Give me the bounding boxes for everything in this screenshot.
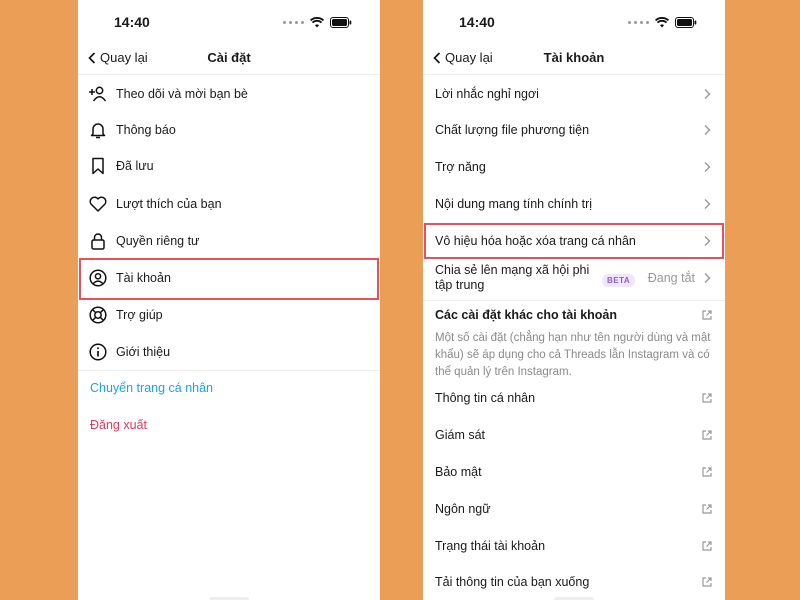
back-label: Quay lại (445, 50, 493, 65)
back-label: Quay lại (100, 50, 148, 65)
divider (423, 300, 725, 301)
chevron-left-icon (88, 51, 96, 64)
menu-item-label: Tải thông tin của bạn xuống (435, 575, 590, 589)
chevron-right-icon (704, 125, 711, 135)
status-bar: 14:40 (423, 0, 725, 44)
menu-item-label: Thông tin cá nhân (435, 391, 536, 405)
chevron-right-icon (704, 199, 711, 209)
battery-icon (330, 16, 352, 28)
chevron-right-icon (704, 89, 711, 99)
menu-item-help[interactable]: Trợ giúp (78, 297, 380, 333)
heart-icon (88, 194, 108, 214)
external-link-icon (702, 577, 712, 587)
add-person-icon (88, 84, 108, 104)
menu-item-label: Trạng thái tài khoản (435, 539, 546, 553)
nav-bar: Quay lại Tài khoản (423, 42, 725, 75)
menu-item-media-quality[interactable]: Chất lượng file phương tiện (423, 112, 725, 148)
menu-item-label: Giới thiệu (116, 345, 171, 359)
menu-item-label: Nội dung mang tính chính trị (435, 197, 593, 211)
share-status: Đang tắt (647, 271, 695, 285)
bell-icon (88, 120, 108, 140)
back-button[interactable]: Quay lại (88, 50, 148, 65)
external-link-icon (702, 541, 712, 551)
share-label-line1: Chia sẻ lên mạng xã hội phi (435, 263, 590, 277)
menu-item-about[interactable]: Giới thiệu (78, 334, 380, 370)
external-link-icon (702, 310, 712, 320)
other-settings-header[interactable]: Các cài đặt khác cho tài khoản (423, 302, 725, 326)
back-button[interactable]: Quay lại (433, 50, 493, 65)
bookmark-icon (88, 156, 108, 176)
status-bar: 14:40 (78, 0, 380, 44)
menu-item-political-content[interactable]: Nội dung mang tính chính trị (423, 186, 725, 222)
external-link-icon (702, 467, 712, 477)
menu-item-break-reminder[interactable]: Lời nhắc nghỉ ngơi (423, 76, 725, 112)
menu-item-label: Đã lưu (116, 159, 154, 173)
share-label-line2: tập trung (435, 278, 485, 292)
menu-item-label: Quyền riêng tư (116, 234, 200, 248)
menu-item-label: Ngôn ngữ (435, 502, 491, 516)
menu-item-security[interactable]: Bảo mật (423, 454, 725, 490)
menu-item-language[interactable]: Ngôn ngữ (423, 491, 725, 527)
settings-screen: 14:40 Quay lại Cài đặt Theo dõi và mời b… (78, 0, 380, 600)
external-link-icon (702, 430, 712, 440)
switch-profile-link[interactable]: Chuyển trang cá nhân (90, 381, 213, 395)
signal-icon (283, 20, 304, 24)
signal-icon (628, 20, 649, 24)
nav-bar: Quay lại Cài đặt (78, 42, 380, 75)
menu-item-account-status[interactable]: Trạng thái tài khoản (423, 528, 725, 564)
menu-item-download-info[interactable]: Tải thông tin của bạn xuống (423, 564, 725, 600)
beta-badge: BETA (602, 274, 636, 287)
menu-item-label: Thông báo (116, 123, 176, 137)
divider (78, 370, 380, 371)
menu-item-saved[interactable]: Đã lưu (78, 148, 380, 184)
menu-item-label: Bảo mật (435, 465, 482, 479)
menu-item-label: Lượt thích của bạn (116, 197, 222, 211)
external-link-icon (702, 393, 712, 403)
menu-item-label: Trợ năng (435, 160, 486, 174)
battery-icon (675, 16, 697, 28)
menu-item-label: Theo dõi và mời bạn bè (116, 87, 248, 101)
other-settings-description: Một số cài đặt (chẳng hạn như tên người … (435, 332, 711, 378)
menu-item-notifications[interactable]: Thông báo (78, 112, 380, 148)
chevron-left-icon (433, 51, 441, 64)
menu-item-label: Giám sát (435, 428, 486, 442)
wifi-icon (310, 16, 324, 27)
menu-item-personal-info[interactable]: Thông tin cá nhân (423, 380, 725, 416)
menu-item-label: Chất lượng file phương tiện (435, 123, 590, 137)
menu-item-supervision[interactable]: Giám sát (423, 417, 725, 453)
status-time: 14:40 (114, 14, 150, 30)
lock-icon (88, 231, 108, 251)
logout-link[interactable]: Đăng xuất (90, 418, 147, 432)
other-settings-title: Các cài đặt khác cho tài khoản (435, 308, 618, 322)
info-icon (88, 342, 108, 362)
account-screen: 14:40 Quay lại Tài khoản Lời nhắc nghỉ n… (423, 0, 725, 600)
chevron-right-icon (704, 273, 711, 283)
chevron-right-icon (704, 162, 711, 172)
highlight-deactivate (424, 223, 724, 259)
highlight-account (79, 258, 379, 300)
menu-item-label: Lời nhắc nghỉ ngơi (435, 87, 539, 101)
menu-item-label: Trợ giúp (116, 308, 163, 322)
menu-item-privacy[interactable]: Quyền riêng tư (78, 223, 380, 259)
menu-item-likes[interactable]: Lượt thích của bạn (78, 186, 380, 222)
wifi-icon (655, 16, 669, 27)
menu-item-follow-invite[interactable]: Theo dõi và mời bạn bè (78, 76, 380, 112)
lifebuoy-icon (88, 305, 108, 325)
menu-item-share-fediverse[interactable]: Chia sẻ lên mạng xã hội phi tập trung BE… (423, 260, 725, 300)
menu-item-accessibility[interactable]: Trợ năng (423, 149, 725, 185)
external-link-icon (702, 504, 712, 514)
status-time: 14:40 (459, 14, 495, 30)
